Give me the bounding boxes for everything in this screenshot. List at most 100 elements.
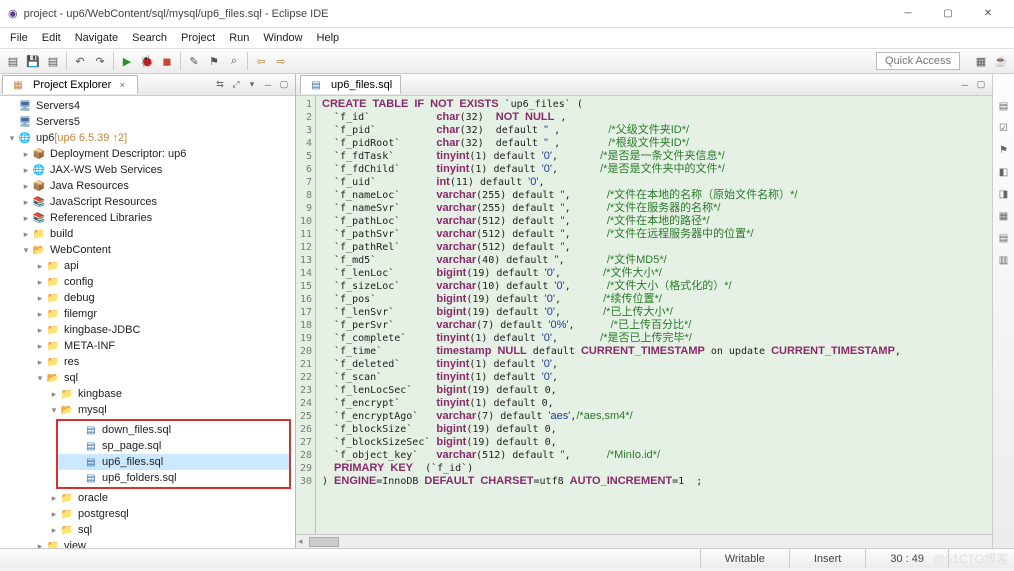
- project-tree[interactable]: 🖥Servers4🖥Servers5▾🌐up6 [up6 6.5.39 ↑2]▸…: [0, 96, 295, 548]
- tree-node[interactable]: 🖥Servers4: [0, 98, 295, 114]
- code-content[interactable]: CREATE TABLE IF NOT EXISTS `up6_files` (…: [316, 96, 992, 534]
- tree-node[interactable]: ▸📁sql: [0, 522, 295, 538]
- twist-icon[interactable]: ▸: [20, 213, 32, 224]
- tree-node[interactable]: ▸📁filemgr: [0, 306, 295, 322]
- forward-icon[interactable]: ⇨: [272, 52, 290, 70]
- tree-node[interactable]: ▸📦Java Resources: [0, 178, 295, 194]
- tree-node[interactable]: ▸📁debug: [0, 290, 295, 306]
- collapse-icon[interactable]: ⇆: [213, 78, 227, 92]
- minimize-view-icon[interactable]: ─: [261, 78, 275, 92]
- menu-search[interactable]: Search: [126, 30, 173, 46]
- tree-node[interactable]: ▸📁postgresql: [0, 506, 295, 522]
- rail-icon[interactable]: ▥: [996, 252, 1012, 268]
- rail-icon[interactable]: ▤: [996, 230, 1012, 246]
- saveall-icon[interactable]: ▤: [44, 52, 62, 70]
- perspective-java-icon[interactable]: ☕: [992, 52, 1010, 70]
- horizontal-scrollbar[interactable]: ◂: [296, 534, 992, 548]
- tree-node[interactable]: ▤sp_page.sql: [58, 438, 289, 454]
- menu-run[interactable]: Run: [223, 30, 255, 46]
- editor-tab[interactable]: ▤ up6_files.sql: [300, 75, 401, 94]
- twist-icon[interactable]: ▸: [34, 261, 46, 272]
- link-icon[interactable]: ⤢: [229, 78, 243, 92]
- undo-icon[interactable]: ↶: [71, 52, 89, 70]
- twist-icon[interactable]: ▾: [34, 373, 46, 384]
- tree-node[interactable]: ▸📁config: [0, 274, 295, 290]
- twist-icon[interactable]: ▸: [20, 149, 32, 160]
- close-tab-icon[interactable]: ×: [115, 78, 129, 92]
- tree-node[interactable]: ▸📁build: [0, 226, 295, 242]
- maximize-button[interactable]: ▢: [930, 3, 966, 25]
- tree-node[interactable]: ▤down_files.sql: [58, 422, 289, 438]
- twist-icon[interactable]: ▸: [34, 293, 46, 304]
- tree-node[interactable]: ▸📁kingbase-JDBC: [0, 322, 295, 338]
- editor-body[interactable]: 1234567891011121314151617181920212223242…: [296, 96, 992, 534]
- task-icon[interactable]: ☑: [996, 120, 1012, 136]
- menu-navigate[interactable]: Navigate: [69, 30, 124, 46]
- project-explorer-tab[interactable]: ▦ Project Explorer ×: [2, 75, 138, 94]
- tree-node[interactable]: ▸📁kingbase: [0, 386, 295, 402]
- twist-icon[interactable]: ▸: [48, 493, 60, 504]
- twist-icon[interactable]: ▸: [34, 341, 46, 352]
- twist-icon[interactable]: ▸: [34, 277, 46, 288]
- back-icon[interactable]: ⇦: [252, 52, 270, 70]
- twist-icon[interactable]: ▸: [34, 541, 46, 549]
- run-icon[interactable]: ▶: [118, 52, 136, 70]
- tree-node[interactable]: ▸📁view: [0, 538, 295, 548]
- tool-icon[interactable]: ✎: [185, 52, 203, 70]
- menu-help[interactable]: Help: [311, 30, 346, 46]
- view-menu-icon[interactable]: ▾: [245, 78, 259, 92]
- tree-node[interactable]: ▸📁res: [0, 354, 295, 370]
- tree-node[interactable]: 🖥Servers5: [0, 114, 295, 130]
- new-icon[interactable]: ▤: [4, 52, 22, 70]
- perspective-icon[interactable]: ▦: [972, 52, 990, 70]
- tree-node[interactable]: ▸🌐JAX-WS Web Services: [0, 162, 295, 178]
- twist-icon[interactable]: ▸: [48, 389, 60, 400]
- debug-icon[interactable]: 🐞: [138, 52, 156, 70]
- quick-access[interactable]: Quick Access: [876, 52, 960, 70]
- rail-icon[interactable]: ▦: [996, 208, 1012, 224]
- twist-icon[interactable]: ▸: [34, 309, 46, 320]
- tree-node[interactable]: ▸📁META-INF: [0, 338, 295, 354]
- close-button[interactable]: ✕: [970, 3, 1006, 25]
- tree-node[interactable]: ▾📂mysql: [0, 402, 295, 418]
- tree-node[interactable]: ▸📦Deployment Descriptor: up6: [0, 146, 295, 162]
- tree-node[interactable]: ▾📂sql: [0, 370, 295, 386]
- twist-icon[interactable]: ▾: [6, 133, 18, 144]
- tree-node[interactable]: ▸📁oracle: [0, 490, 295, 506]
- tool-icon[interactable]: ⌕: [225, 52, 243, 70]
- twist-icon[interactable]: ▸: [20, 229, 32, 240]
- tree-node[interactable]: ▤up6_folders.sql: [58, 470, 289, 486]
- tree-node[interactable]: ▸📚Referenced Libraries: [0, 210, 295, 226]
- menu-edit[interactable]: Edit: [36, 30, 67, 46]
- minimize-button[interactable]: ─: [890, 3, 926, 25]
- twist-icon[interactable]: ▸: [34, 325, 46, 336]
- rail-icon[interactable]: ◧: [996, 164, 1012, 180]
- redo-icon[interactable]: ↷: [91, 52, 109, 70]
- tree-node[interactable]: ▾🌐up6 [up6 6.5.39 ↑2]: [0, 130, 295, 146]
- outline-icon[interactable]: ▤: [996, 98, 1012, 114]
- rail-icon[interactable]: ◨: [996, 186, 1012, 202]
- tree-node[interactable]: ▸📁api: [0, 258, 295, 274]
- bookmark-icon[interactable]: ⚑: [996, 142, 1012, 158]
- twist-icon[interactable]: ▾: [20, 245, 32, 256]
- twist-icon[interactable]: ▸: [20, 181, 32, 192]
- save-icon[interactable]: 💾: [24, 52, 42, 70]
- stop-icon[interactable]: ◼: [158, 52, 176, 70]
- menu-file[interactable]: File: [4, 30, 34, 46]
- tree-node[interactable]: ▾📂WebContent: [0, 242, 295, 258]
- twist-icon[interactable]: ▸: [20, 165, 32, 176]
- maximize-editor-icon[interactable]: ▢: [974, 78, 988, 92]
- menu-window[interactable]: Window: [257, 30, 308, 46]
- minimize-editor-icon[interactable]: ─: [958, 78, 972, 92]
- tree-node[interactable]: ▤up6_files.sql: [58, 454, 289, 470]
- menu-project[interactable]: Project: [175, 30, 221, 46]
- twist-icon[interactable]: ▾: [48, 405, 60, 416]
- tool-icon[interactable]: ⚑: [205, 52, 223, 70]
- twist-icon[interactable]: ▸: [20, 197, 32, 208]
- twist-icon[interactable]: ▸: [48, 525, 60, 536]
- tree-node[interactable]: ▸📚JavaScript Resources: [0, 194, 295, 210]
- maximize-view-icon[interactable]: ▢: [277, 78, 291, 92]
- scrollbar-thumb[interactable]: [309, 537, 339, 547]
- twist-icon[interactable]: ▸: [34, 357, 46, 368]
- twist-icon[interactable]: ▸: [48, 509, 60, 520]
